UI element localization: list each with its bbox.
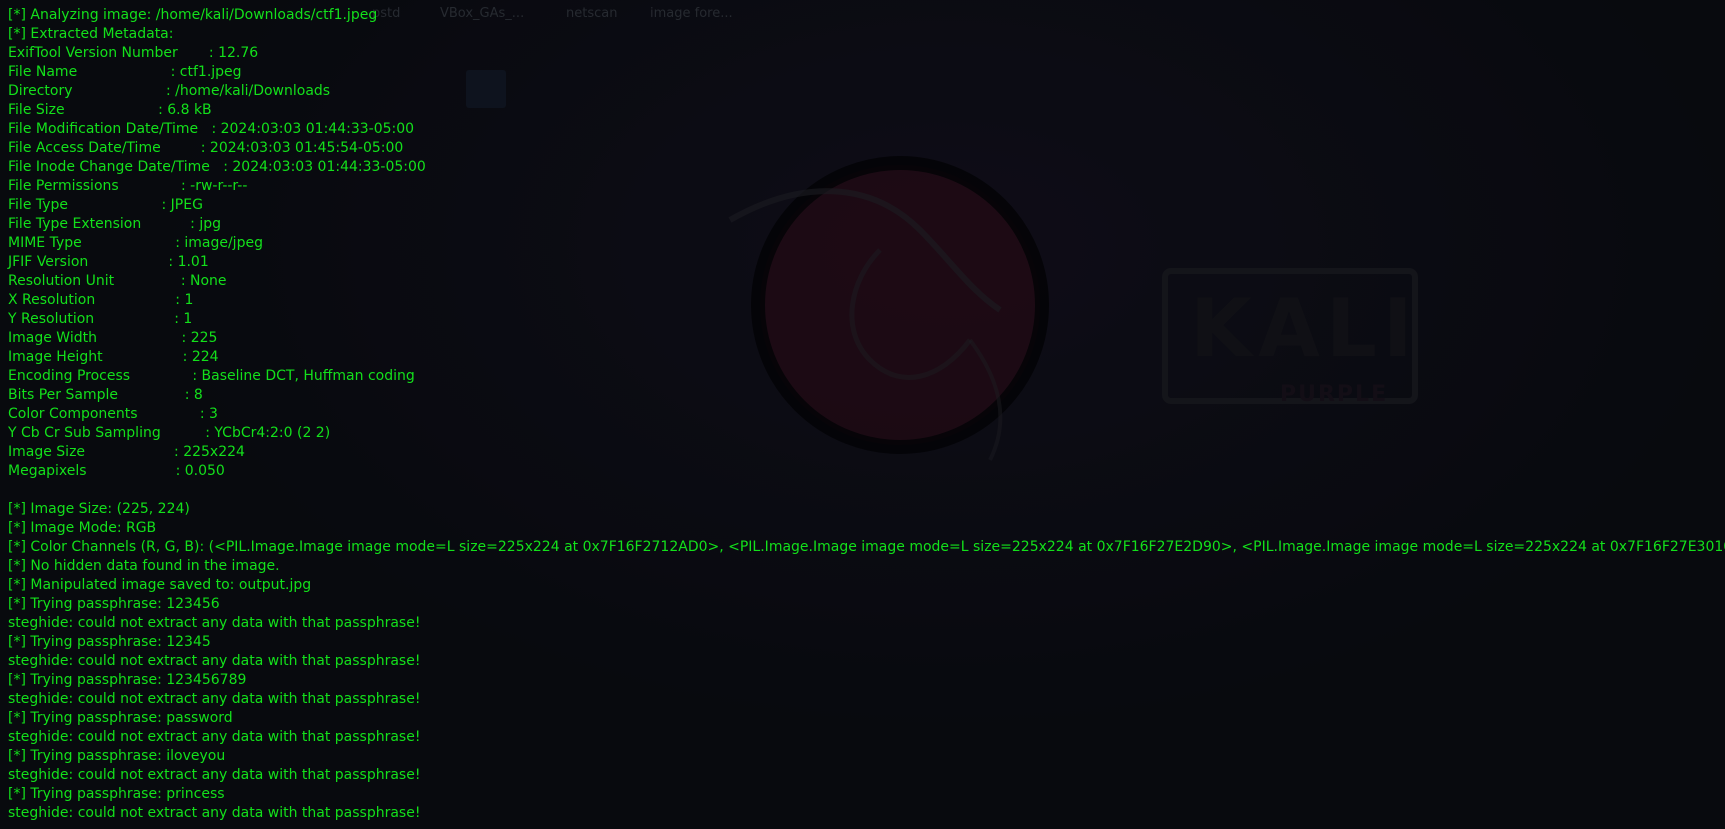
terminal-line: [*] Trying passphrase: password <box>8 710 233 726</box>
terminal-line: File Name : ctf1.jpeg <box>8 64 242 80</box>
terminal-line: JFIF Version : 1.01 <box>8 254 209 270</box>
terminal-line: Encoding Process : Baseline DCT, Huffman… <box>8 368 415 384</box>
terminal-line: File Access Date/Time : 2024:03:03 01:45… <box>8 140 404 156</box>
terminal-line: [*] Color Channels (R, G, B): (<PIL.Imag… <box>8 539 1725 555</box>
terminal-line: Color Components : 3 <box>8 406 218 422</box>
terminal-line: steghide: could not extract any data wit… <box>8 805 421 821</box>
terminal-line: Directory : /home/kali/Downloads <box>8 83 331 99</box>
terminal-line: File Permissions : -rw-r--r-- <box>8 178 248 194</box>
terminal-window[interactable]: [*] Analyzing image: /home/kali/Download… <box>0 0 1725 829</box>
terminal-line: File Modification Date/Time : 2024:03:03… <box>8 121 415 137</box>
terminal-line: steghide: could not extract any data wit… <box>8 615 421 631</box>
terminal-line: [*] No hidden data found in the image. <box>8 558 280 574</box>
terminal-line: [*] Image Size: (225, 224) <box>8 501 190 517</box>
terminal-line: [*] Trying passphrase: 12345 <box>8 634 211 650</box>
terminal-line: steghide: could not extract any data wit… <box>8 729 421 745</box>
terminal-line: [*] Analyzing image: /home/kali/Download… <box>8 7 378 23</box>
terminal-line: [*] Manipulated image saved to: output.j… <box>8 577 312 593</box>
terminal-line: File Inode Change Date/Time : 2024:03:03… <box>8 159 426 175</box>
terminal-line: [*] Image Mode: RGB <box>8 520 157 536</box>
terminal-line: [*] Trying passphrase: 123456789 <box>8 672 247 688</box>
terminal-line: Megapixels : 0.050 <box>8 463 225 479</box>
terminal-line: File Size : 6.8 kB <box>8 102 212 118</box>
terminal-line: Image Width : 225 <box>8 330 218 346</box>
terminal-line: [*] Extracted Metadata: <box>8 26 174 42</box>
terminal-line: [*] Trying passphrase: iloveyou <box>8 748 226 764</box>
terminal-output: [*] Analyzing image: /home/kali/Download… <box>8 6 1725 823</box>
terminal-line: ExifTool Version Number : 12.76 <box>8 45 259 61</box>
terminal-line: Y Resolution : 1 <box>8 311 193 327</box>
terminal-line: File Type Extension : jpg <box>8 216 221 232</box>
terminal-line: Resolution Unit : None <box>8 273 227 289</box>
terminal-line: [*] Trying passphrase: princess <box>8 786 225 802</box>
terminal-line: [*] Trying passphrase: 123456 <box>8 596 220 612</box>
terminal-line: steghide: could not extract any data wit… <box>8 653 421 669</box>
terminal-line: Image Height : 224 <box>8 349 219 365</box>
terminal-line: MIME Type : image/jpeg <box>8 235 263 251</box>
terminal-line: Bits Per Sample : 8 <box>8 387 203 403</box>
terminal-line: Y Cb Cr Sub Sampling : YCbCr4:2:0 (2 2) <box>8 425 331 441</box>
terminal-line: steghide: could not extract any data wit… <box>8 767 421 783</box>
terminal-line: steghide: could not extract any data wit… <box>8 691 421 707</box>
terminal-line: X Resolution : 1 <box>8 292 194 308</box>
terminal-line: Image Size : 225x224 <box>8 444 245 460</box>
terminal-line: File Type : JPEG <box>8 197 203 213</box>
